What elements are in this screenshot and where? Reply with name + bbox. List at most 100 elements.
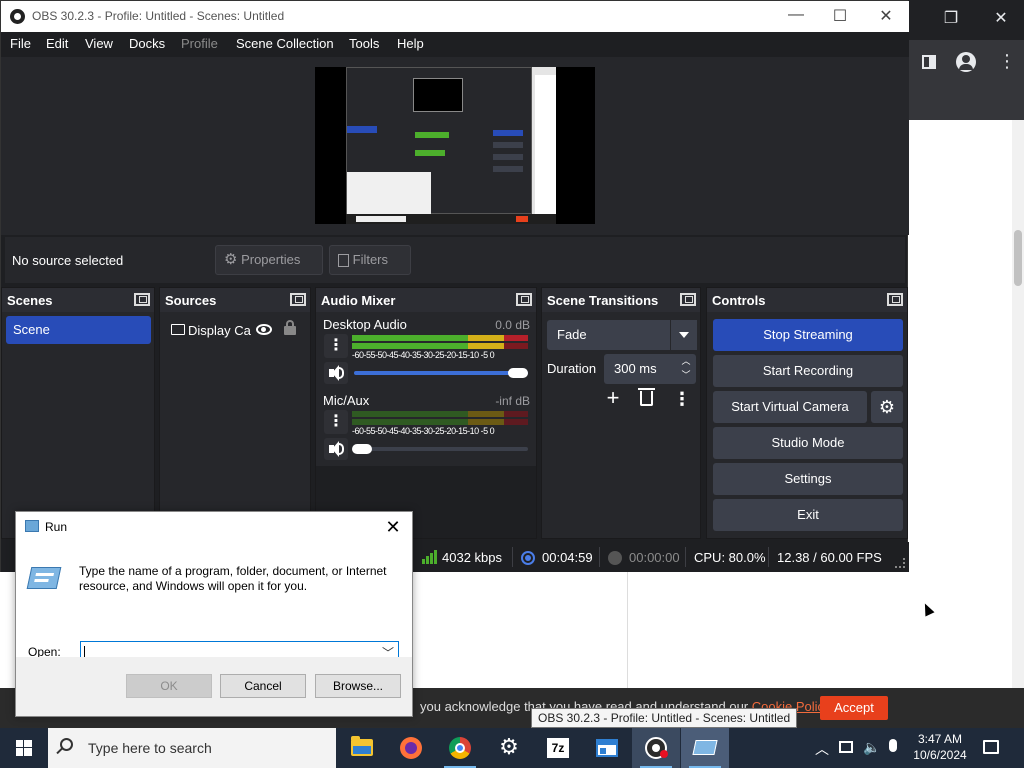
run-title: Run xyxy=(45,520,68,534)
transitions-dock-header: Scene Transitions xyxy=(542,288,700,312)
spin-up-icon[interactable]: ︿ xyxy=(678,354,694,368)
menu-edit[interactable]: Edit xyxy=(46,36,68,51)
browse-button[interactable]: Browse... xyxy=(315,674,401,698)
scenes-title: Scenes xyxy=(7,293,53,308)
menu-help[interactable]: Help xyxy=(397,36,424,51)
volume-slider-thumb[interactable] xyxy=(508,368,528,378)
search-placeholder: Type here to search xyxy=(88,740,212,756)
volume-icon[interactable]: 🔈 xyxy=(863,739,880,756)
float-dock-icon[interactable] xyxy=(680,293,696,306)
float-dock-icon[interactable] xyxy=(887,293,903,306)
chevron-up-icon[interactable]: ︿ xyxy=(815,739,829,759)
taskbar-run[interactable] xyxy=(681,728,729,768)
source-item[interactable]: Display Capture xyxy=(168,320,308,342)
browser-scrollbar[interactable] xyxy=(1012,120,1024,688)
exit-button[interactable]: Exit xyxy=(713,499,903,531)
float-dock-icon[interactable] xyxy=(516,293,532,306)
kebab-menu-icon[interactable]: ⋮ xyxy=(324,410,348,434)
microphone-icon[interactable] xyxy=(889,739,897,752)
sidebar-icon[interactable] xyxy=(922,55,936,69)
taskbar-settings[interactable]: ⚙ xyxy=(485,728,533,768)
menu-profile[interactable]: Profile xyxy=(181,36,218,51)
maximize-icon[interactable]: ☐ xyxy=(825,6,855,26)
taskbar-chrome[interactable] xyxy=(436,728,484,768)
taskbar-7zip[interactable]: 7z xyxy=(534,728,582,768)
gear-icon[interactable]: ⚙ xyxy=(871,391,903,423)
resize-grip-icon[interactable] xyxy=(895,558,905,568)
fps-value: 12.38 / 60.00 FPS xyxy=(777,550,882,565)
search-icon xyxy=(56,738,73,755)
taskbar-file-explorer[interactable] xyxy=(338,728,386,768)
float-dock-icon[interactable] xyxy=(134,293,150,306)
track-name: Desktop Audio xyxy=(323,317,407,332)
menu-icon[interactable]: ⋮ xyxy=(998,52,1016,70)
bitrate-value: 4032 kbps xyxy=(442,550,502,565)
volume-slider-thumb[interactable] xyxy=(352,444,372,454)
start-button[interactable] xyxy=(0,728,48,768)
browser-titlebar: ❐ ✕ xyxy=(908,0,1024,40)
taskbar-clock[interactable]: 3:47 AM 10/6/2024 xyxy=(908,731,972,763)
kebab-menu-icon[interactable]: ⋮ xyxy=(672,388,692,410)
properties-button[interactable]: ⚙ Properties xyxy=(215,245,323,275)
taskbar-firefox[interactable] xyxy=(387,728,435,768)
menu-tools[interactable]: Tools xyxy=(349,36,379,51)
profile-icon[interactable] xyxy=(956,52,976,72)
stream-icon xyxy=(521,551,535,565)
start-recording-button[interactable]: Start Recording xyxy=(713,355,903,387)
menu-file[interactable]: File xyxy=(10,36,31,51)
network-icon[interactable] xyxy=(839,741,853,753)
source-toolbar: No source selected ⚙ Properties Filters xyxy=(5,237,905,283)
meter-ticks: -60-55-50-45-40-35-30-25-20-15-10 -5 0 xyxy=(352,350,495,360)
speaker-icon[interactable] xyxy=(324,362,348,384)
ok-button[interactable]: OK xyxy=(126,674,212,698)
start-virtual-camera-button[interactable]: Start Virtual Camera xyxy=(713,391,867,423)
menu-scene-collection[interactable]: Scene Collection xyxy=(236,36,334,51)
taskbar-search[interactable]: Type here to search xyxy=(48,728,336,768)
restore-icon[interactable]: ❐ xyxy=(936,8,966,28)
chevron-down-icon[interactable] xyxy=(670,320,697,350)
scroll-thumb[interactable] xyxy=(1014,230,1022,286)
no-source-label: No source selected xyxy=(12,253,124,268)
kebab-menu-icon[interactable]: ⋮ xyxy=(324,334,348,358)
volume-meter xyxy=(352,411,528,425)
audio-mixer-dock: Audio Mixer Desktop Audio 0.0 dB -60-55-… xyxy=(315,287,537,539)
run-app-icon xyxy=(692,740,718,755)
close-icon[interactable]: ✕ xyxy=(380,515,406,539)
scene-item[interactable]: Scene xyxy=(6,316,151,344)
system-tray: ︿ 🔈 xyxy=(815,728,905,768)
scenes-dock-header: Scenes xyxy=(2,288,154,312)
firefox-icon xyxy=(400,737,422,759)
close-icon[interactable]: ✕ xyxy=(871,6,901,26)
record-icon xyxy=(608,551,622,565)
accept-button[interactable]: Accept xyxy=(820,696,888,720)
settings-button[interactable]: Settings xyxy=(713,463,903,495)
chrome-icon xyxy=(449,737,471,759)
program-preview[interactable] xyxy=(315,67,595,224)
eye-icon[interactable] xyxy=(256,324,272,335)
properties-label: Properties xyxy=(241,252,301,267)
sources-dock: Sources Display Capture xyxy=(159,287,311,539)
spin-down-icon[interactable]: ﹀ xyxy=(678,368,694,382)
sources-title: Sources xyxy=(165,293,217,308)
float-dock-icon[interactable] xyxy=(290,293,306,306)
minimize-icon[interactable]: — xyxy=(781,6,811,24)
lock-icon[interactable] xyxy=(284,320,296,335)
stop-streaming-button[interactable]: Stop Streaming xyxy=(713,319,903,351)
speaker-icon[interactable] xyxy=(324,438,348,460)
volume-slider[interactable] xyxy=(354,447,528,451)
close-icon[interactable]: ✕ xyxy=(986,8,1016,28)
menu-docks[interactable]: Docks xyxy=(129,36,165,51)
add-icon[interactable]: + xyxy=(602,387,624,410)
notification-icon[interactable] xyxy=(983,740,999,754)
sources-dock-header: Sources xyxy=(160,288,310,312)
volume-slider[interactable] xyxy=(354,371,528,375)
taskbar-app-window[interactable] xyxy=(583,728,631,768)
studio-mode-button[interactable]: Studio Mode xyxy=(713,427,903,459)
trash-icon[interactable] xyxy=(638,388,655,406)
cancel-button[interactable]: Cancel xyxy=(220,674,306,698)
taskbar-obs[interactable] xyxy=(632,728,680,768)
filters-button[interactable]: Filters xyxy=(329,245,411,275)
mixer-title: Audio Mixer xyxy=(321,293,396,308)
menu-view[interactable]: View xyxy=(85,36,113,51)
run-description: Type the name of a program, folder, docu… xyxy=(79,564,387,593)
